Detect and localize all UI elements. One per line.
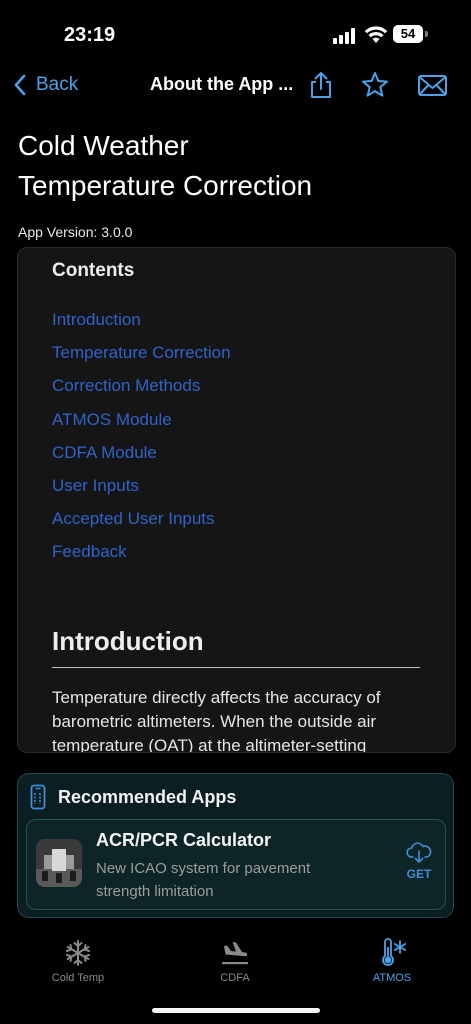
nav-title: About the App ... [150, 74, 294, 94]
tab-label-atmos: ATMOS [372, 972, 412, 984]
toc-link-correction-methods[interactable]: Correction Methods [52, 376, 231, 409]
toc-link-introduction[interactable]: Introduction [52, 310, 231, 343]
introduction-text: Temperature directly affects the accurac… [52, 688, 381, 753]
heading-divider [52, 667, 420, 668]
cellular-signal-icon [333, 28, 359, 44]
navigation-bar: Back About the App ... [0, 62, 471, 108]
status-bar: 23:19 54 [0, 0, 471, 70]
phone-icon [30, 784, 46, 810]
thermometer-snowflake-icon [382, 938, 407, 966]
toc-link-temperature-correction[interactable]: Temperature Correction [52, 343, 231, 376]
toc-link-user-inputs[interactable]: User Inputs [52, 476, 231, 509]
document-card[interactable]: Contents Introduction Temperature Correc… [17, 247, 456, 753]
app-version: App Version: 3.0.0 [18, 224, 133, 240]
tab-label-cdfa: CDFA [220, 972, 250, 984]
page-title: Cold Weather Temperature Correction [18, 126, 438, 206]
recommended-apps-title: Recommended Apps [58, 787, 237, 807]
wifi-icon [364, 26, 388, 43]
recommended-apps-panel: Recommended Apps ACR/PCR Calculator New … [17, 773, 454, 918]
airplane-landing-icon [222, 942, 248, 965]
battery-indicator: 54 [393, 25, 423, 43]
contents-heading: Contents [52, 260, 135, 281]
tab-cold-temp[interactable]: Cold Temp [18, 938, 138, 984]
home-indicator[interactable] [152, 1008, 320, 1013]
introduction-heading: Introduction [52, 626, 204, 656]
back-label: Back [36, 74, 79, 95]
get-button[interactable]: GET [395, 842, 443, 890]
battery-cap [425, 31, 428, 37]
toc-link-cdfa-module[interactable]: CDFA Module [52, 443, 231, 476]
status-time: 23:19 [64, 24, 116, 46]
page-title-line-1: Cold Weather [18, 130, 189, 161]
tab-label-cold-temp: Cold Temp [51, 972, 105, 984]
toc-link-accepted-user-inputs[interactable]: Accepted User Inputs [52, 509, 231, 542]
get-label: GET [406, 867, 432, 881]
tab-cdfa[interactable]: CDFA [175, 938, 295, 984]
page-title-line-2: Temperature Correction [18, 170, 313, 201]
star-icon[interactable] [360, 70, 390, 100]
toc-link-feedback[interactable]: Feedback [52, 542, 231, 575]
recommended-app-description: New ICAO system for pavement strength li… [96, 860, 311, 900]
recommended-app-name: ACR/PCR Calculator [96, 830, 272, 850]
toc-link-atmos-module[interactable]: ATMOS Module [52, 410, 231, 443]
table-of-contents: Introduction Temperature Correction Corr… [52, 310, 231, 576]
chevron-left-icon [14, 74, 26, 96]
tab-atmos[interactable]: ATMOS [332, 938, 452, 984]
recommended-app-card[interactable]: ACR/PCR Calculator New ICAO system for p… [26, 819, 446, 910]
cloud-download-icon [406, 842, 432, 863]
snowflake-icon [66, 940, 90, 966]
share-icon[interactable] [306, 70, 336, 100]
app-thumbnail [36, 839, 82, 887]
back-button[interactable]: Back [12, 70, 78, 100]
mail-icon[interactable] [416, 70, 449, 100]
